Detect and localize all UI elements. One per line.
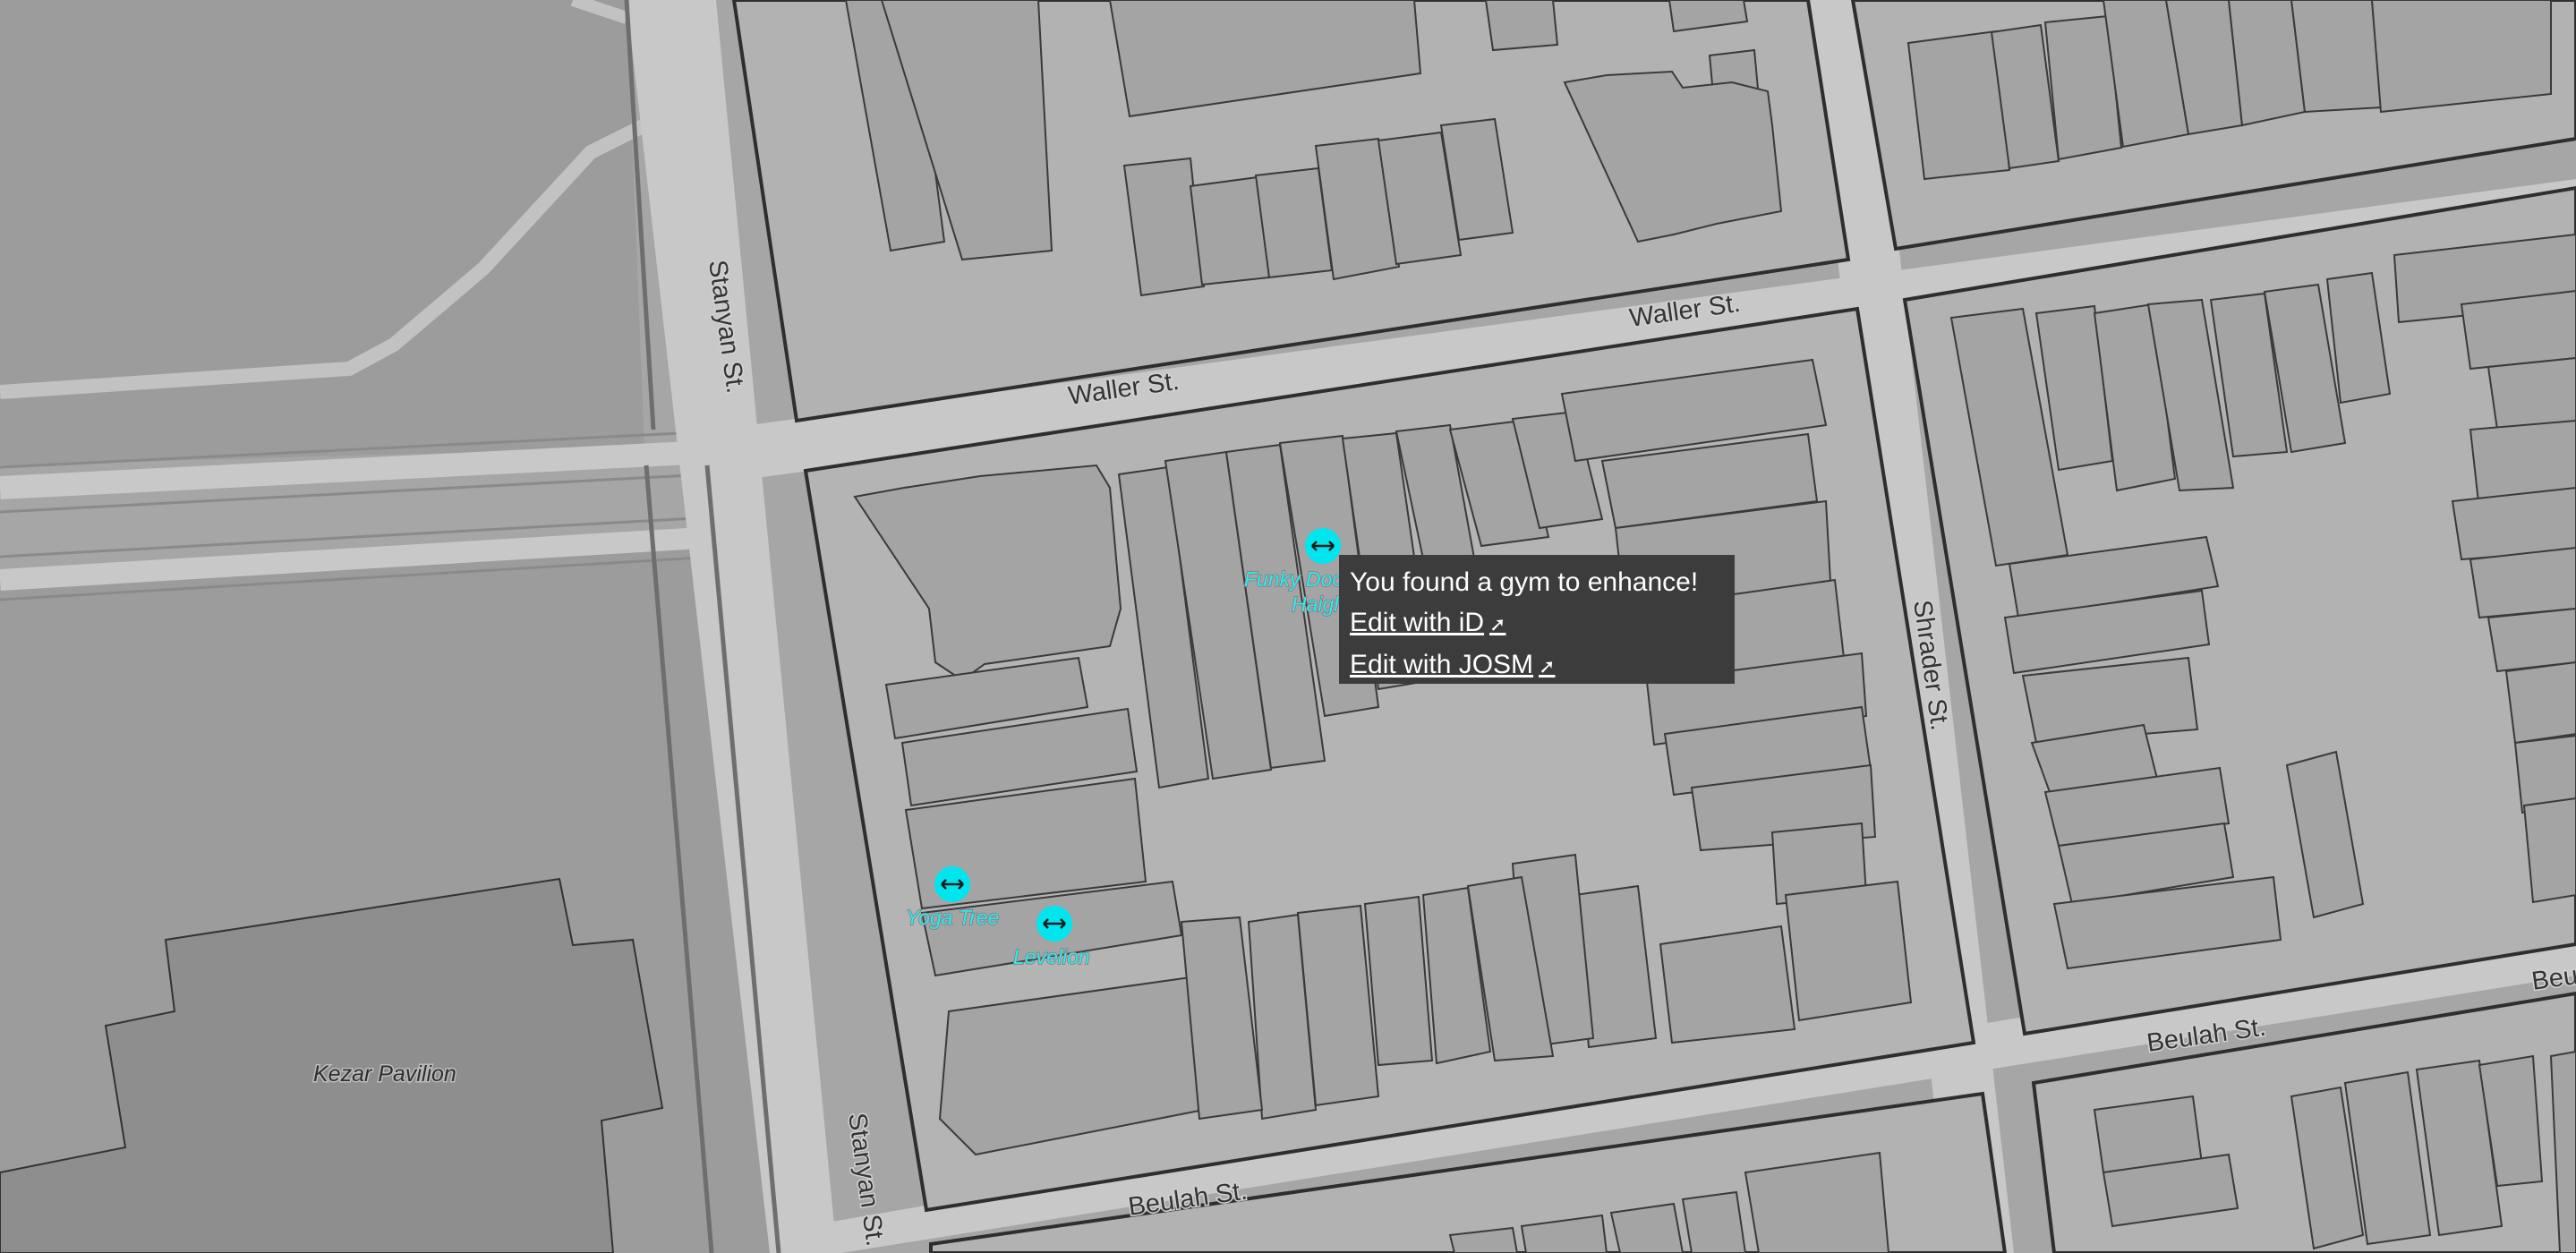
edit-with-id-link[interactable]: Edit with iD ➚	[1350, 602, 1506, 644]
edit-with-josm-link[interactable]: Edit with JOSM ➚	[1350, 644, 1556, 686]
park-area	[0, 0, 644, 465]
popup-title: You found a gym to enhance!	[1350, 567, 1699, 597]
street-label-beulah-east: Beu	[2530, 961, 2576, 996]
edit-with-josm-label: Edit with JOSM	[1350, 650, 1534, 679]
gym-marker-funky-door[interactable]	[1305, 528, 1341, 564]
gym-marker-yoga-tree[interactable]	[934, 866, 970, 902]
gym-label-funky-door-line1: Funky Door	[1244, 567, 1352, 591]
place-label-kezar-pavilion: Kezar Pavilion	[313, 1061, 456, 1087]
gym-label-levelion: Levelion	[1013, 945, 1090, 968]
external-link-icon: ➚	[1489, 613, 1506, 635]
edit-with-id-label: Edit with iD	[1350, 608, 1485, 637]
map-canvas[interactable]: Waller St. Waller St. Stanyan St. Stanya…	[0, 0, 2576, 1253]
gym-label-yoga-tree: Yoga Tree	[906, 906, 999, 929]
external-link-icon: ➚	[1539, 655, 1556, 678]
gym-marker-levelion[interactable]	[1036, 906, 1072, 942]
gym-popup: You found a gym to enhance! Edit with iD…	[1339, 555, 1735, 684]
